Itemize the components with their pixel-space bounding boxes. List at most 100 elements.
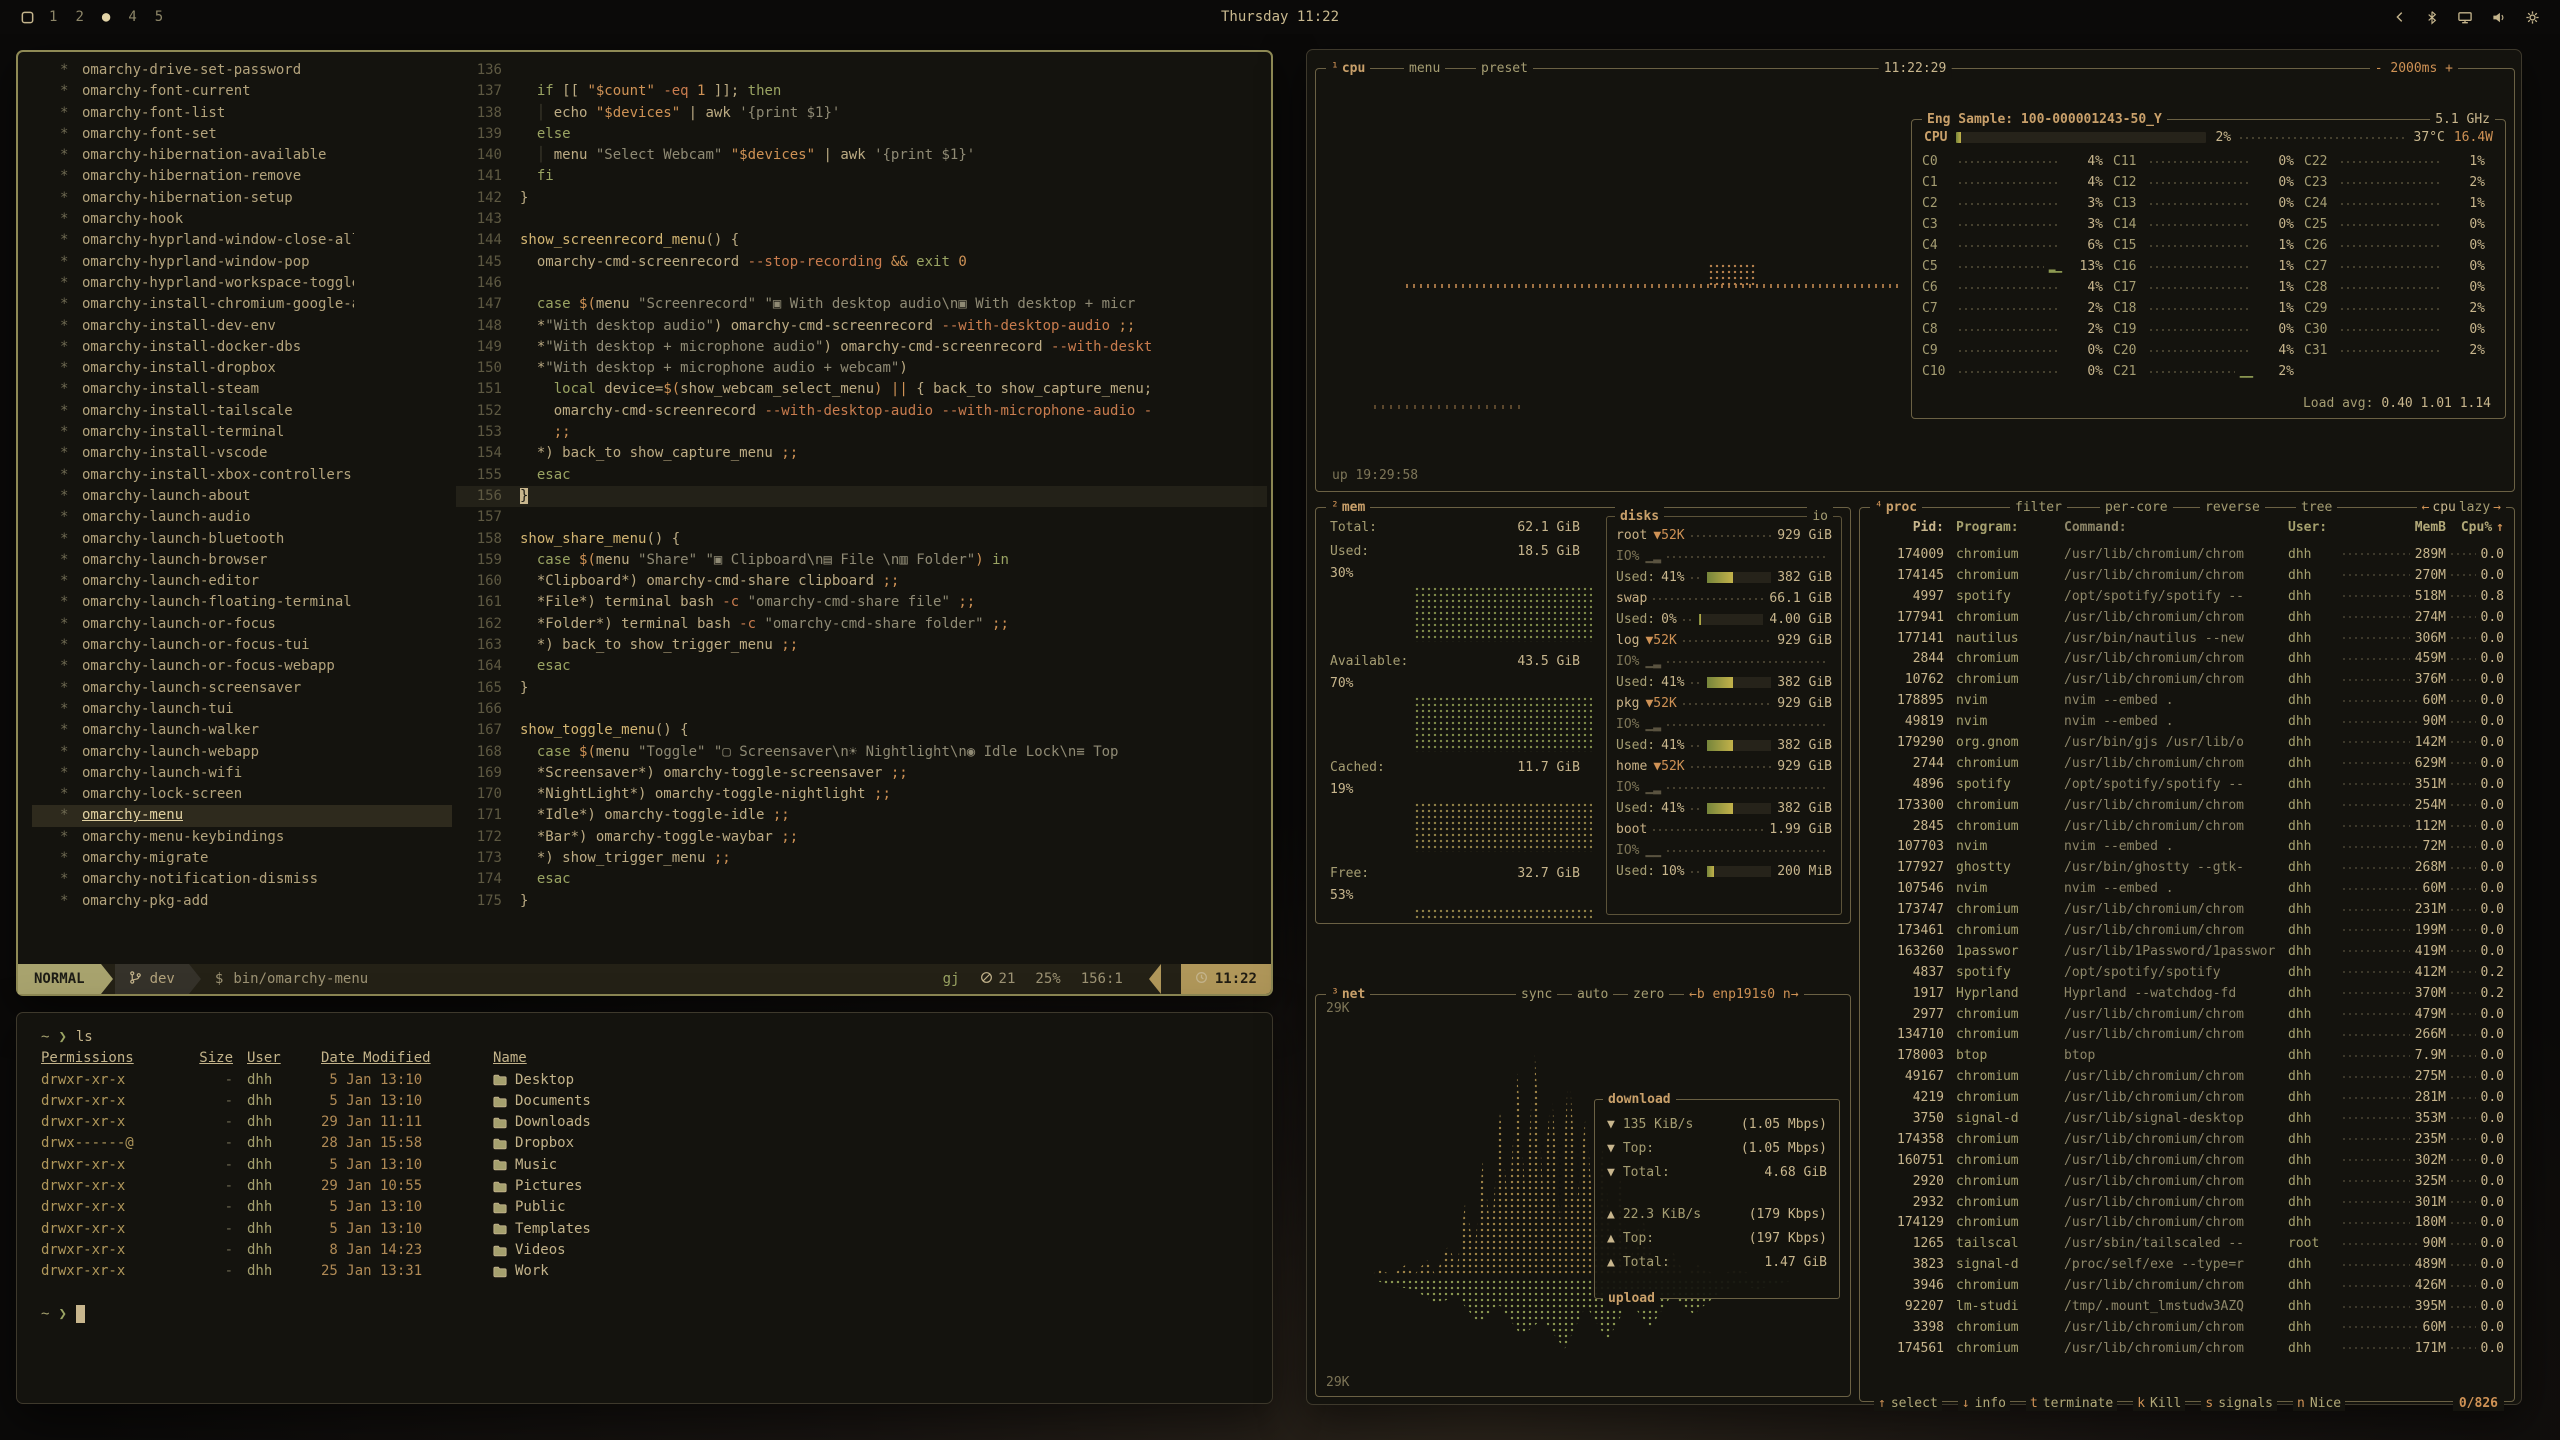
process-row[interactable]: 2977 chromium /usr/lib/chromium/chrom dh…	[1872, 1004, 2504, 1025]
process-row[interactable]: 163260 1passwor /usr/lib/1Password/1pass…	[1872, 941, 2504, 962]
process-row[interactable]: 3750 signal-d /usr/lib/signal-desktop dh…	[1872, 1108, 2504, 1129]
file-item[interactable]: * omarchy-launch-or-focus-tui	[32, 635, 452, 656]
refresh-interval-control[interactable]: - 2000ms +	[2370, 59, 2458, 78]
file-item[interactable]: * omarchy-launch-or-focus-webapp	[32, 656, 452, 677]
git-branch-segment[interactable]: dev	[115, 964, 189, 994]
file-item[interactable]: * omarchy-hyprland-window-pop	[32, 252, 452, 273]
process-row[interactable]: 2744 chromium /usr/lib/chromium/chrom dh…	[1872, 753, 2504, 774]
process-row[interactable]: 178003 btop btop dhh 7.9M 0.0	[1872, 1045, 2504, 1066]
file-item[interactable]: * omarchy-launch-about	[32, 486, 452, 507]
code-line[interactable]: 160 *Clipboard*) omarchy-cmd-share clipb…	[456, 571, 1267, 592]
file-item[interactable]: * omarchy-launch-walker	[32, 720, 452, 741]
bluetooth-icon[interactable]	[2425, 10, 2439, 25]
code-line[interactable]: 155 esac	[456, 465, 1267, 486]
preset-button[interactable]: preset	[1476, 59, 1533, 78]
file-item[interactable]: * omarchy-launch-bluetooth	[32, 529, 452, 550]
code-line[interactable]: 167 show_toggle_menu() {	[456, 720, 1267, 741]
process-row[interactable]: 174129 chromium /usr/lib/chromium/chrom …	[1872, 1213, 2504, 1234]
process-row[interactable]: 173461 chromium /usr/lib/chromium/chrom …	[1872, 920, 2504, 941]
file-item[interactable]: * omarchy-migrate	[32, 848, 452, 869]
workspace-button[interactable]: ●	[102, 9, 110, 25]
file-item[interactable]: * omarchy-drive-set-password	[32, 60, 452, 81]
process-row[interactable]: 107546 nvim nvim --embed . dhh 60M 0.0	[1872, 878, 2504, 899]
file-item[interactable]: * omarchy-font-list	[32, 103, 452, 124]
process-row[interactable]: 49167 chromium /usr/lib/chromium/chrom d…	[1872, 1066, 2504, 1087]
file-item[interactable]: * omarchy-launch-screensaver	[32, 678, 452, 699]
file-item[interactable]: * omarchy-hyprland-window-close-all	[32, 230, 452, 251]
net-zero-button[interactable]: zero	[1628, 985, 1669, 1004]
workspace-button[interactable]: 4	[128, 9, 136, 25]
code-line[interactable]: 161 *File*) terminal bash -c "omarchy-cm…	[456, 592, 1267, 613]
process-row[interactable]: 2845 chromium /usr/lib/chromium/chrom dh…	[1872, 816, 2504, 837]
process-row[interactable]: 3946 chromium /usr/lib/chromium/chrom dh…	[1872, 1275, 2504, 1296]
code-line[interactable]: 141 fi	[456, 166, 1267, 187]
code-line[interactable]: 137 if [[ "$count" -eq 1 ]]; then	[456, 81, 1267, 102]
process-row[interactable]: 3823 signal-d /proc/self/exe --type=r dh…	[1872, 1254, 2504, 1275]
code-line[interactable]: 157	[456, 507, 1267, 528]
footer-action[interactable]: t terminate	[2026, 1396, 2117, 1411]
code-line[interactable]: 144 show_screenrecord_menu() {	[456, 230, 1267, 251]
net-auto-button[interactable]: auto	[1572, 985, 1613, 1004]
code-line[interactable]: 158 show_share_menu() {	[456, 529, 1267, 550]
code-line[interactable]: 173 *) show_trigger_menu ;;	[456, 848, 1267, 869]
terminal-window[interactable]: ~ ❯ ls Permissions Size User Date Modifi…	[16, 1012, 1273, 1404]
tree-button[interactable]: tree	[2296, 498, 2337, 517]
process-row[interactable]: 177141 nautilus /usr/bin/nautilus --new …	[1872, 628, 2504, 649]
code-line[interactable]: 154 *) back_to show_capture_menu ;;	[456, 443, 1267, 464]
process-row[interactable]: 179290 org.gnom /usr/bin/gjs /usr/lib/o …	[1872, 732, 2504, 753]
per-core-button[interactable]: per-core	[2100, 498, 2173, 517]
process-row[interactable]: 173300 chromium /usr/lib/chromium/chrom …	[1872, 795, 2504, 816]
code-line[interactable]: 142 }	[456, 188, 1267, 209]
process-row[interactable]: 178895 nvim nvim --embed . dhh 60M 0.0	[1872, 690, 2504, 711]
file-item[interactable]: * omarchy-launch-or-focus	[32, 614, 452, 635]
code-line[interactable]: 138 │ echo "$devices" | awk '{print $1}'	[456, 103, 1267, 124]
footer-action[interactable]: ↓ info	[1958, 1396, 2010, 1411]
diagnostics[interactable]: 21	[980, 971, 1016, 988]
net-sync-button[interactable]: sync	[1516, 985, 1557, 1004]
code-line[interactable]: 172 *Bar*) omarchy-toggle-waybar ;;	[456, 827, 1267, 848]
file-item[interactable]: * omarchy-install-docker-dbs	[32, 337, 452, 358]
workspace-button[interactable]: 2	[75, 9, 83, 25]
prompt-line-2[interactable]: ~ ❯	[41, 1304, 1248, 1325]
settings-gear-icon[interactable]	[2525, 10, 2540, 25]
file-item[interactable]: * omarchy-notification-dismiss	[32, 869, 452, 890]
filter-button[interactable]: filter	[2010, 498, 2067, 517]
menu-button[interactable]: menu	[1404, 59, 1445, 78]
process-row[interactable]: 2932 chromium /usr/lib/chromium/chrom dh…	[1872, 1192, 2504, 1213]
file-item[interactable]: * omarchy-hook	[32, 209, 452, 230]
code-line[interactable]: 163 *) back_to show_trigger_menu ;;	[456, 635, 1267, 656]
file-item[interactable]: * omarchy-launch-wifi	[32, 763, 452, 784]
code-line[interactable]: 146	[456, 273, 1267, 294]
process-row[interactable]: 4219 chromium /usr/lib/chromium/chrom dh…	[1872, 1087, 2504, 1108]
file-item[interactable]: * omarchy-pkg-add	[32, 891, 452, 912]
code-line[interactable]: 148 *"With desktop audio") omarchy-cmd-s…	[456, 316, 1267, 337]
footer-action[interactable]: s signals	[2201, 1396, 2277, 1411]
file-item[interactable]: * omarchy-hibernation-remove	[32, 166, 452, 187]
reverse-button[interactable]: reverse	[2200, 498, 2265, 517]
code-line[interactable]: 149 *"With desktop + microphone audio") …	[456, 337, 1267, 358]
file-item[interactable]: * omarchy-font-current	[32, 81, 452, 102]
process-row[interactable]: 107703 nvim nvim --embed . dhh 72M 0.0	[1872, 836, 2504, 857]
process-row[interactable]: 174145 chromium /usr/lib/chromium/chrom …	[1872, 565, 2504, 586]
file-item[interactable]: * omarchy-install-xbox-controllers	[32, 465, 452, 486]
tray-expander-icon[interactable]	[2393, 10, 2407, 24]
volume-icon[interactable]	[2491, 10, 2507, 25]
process-row[interactable]: 49819 nvim nvim --embed . dhh 90M 0.0	[1872, 711, 2504, 732]
process-row[interactable]: 10762 chromium /usr/lib/chromium/chrom d…	[1872, 669, 2504, 690]
file-item[interactable]: * omarchy-install-tailscale	[32, 401, 452, 422]
file-item[interactable]: * omarchy-lock-screen	[32, 784, 452, 805]
cpu-box-title[interactable]: ¹ cpu	[1326, 59, 1370, 78]
code-line[interactable]: 139 else	[456, 124, 1267, 145]
file-item[interactable]: * omarchy-install-dropbox	[32, 358, 452, 379]
mem-box-title[interactable]: ²mem	[1326, 498, 1370, 517]
code-line[interactable]: 175 }	[456, 891, 1267, 912]
os-logo-icon[interactable]	[20, 10, 35, 25]
code-line[interactable]: 168 case $(menu "Toggle" "▢ Screensaver\…	[456, 742, 1267, 763]
process-table-header[interactable]: Pid: Program: Command: User: MemB Cpu%↑	[1872, 520, 2504, 535]
code-line[interactable]: 169 *Screensaver*) omarchy-toggle-screen…	[456, 763, 1267, 784]
code-line[interactable]: 159 case $(menu "Share" "▣ Clipboard\n▤ …	[456, 550, 1267, 571]
clock[interactable]: Thursday 11:22	[1221, 9, 1339, 25]
file-item[interactable]: * omarchy-menu-keybindings	[32, 827, 452, 848]
workspace-button[interactable]: 1	[49, 9, 57, 25]
file-item[interactable]: * omarchy-hibernation-available	[32, 145, 452, 166]
